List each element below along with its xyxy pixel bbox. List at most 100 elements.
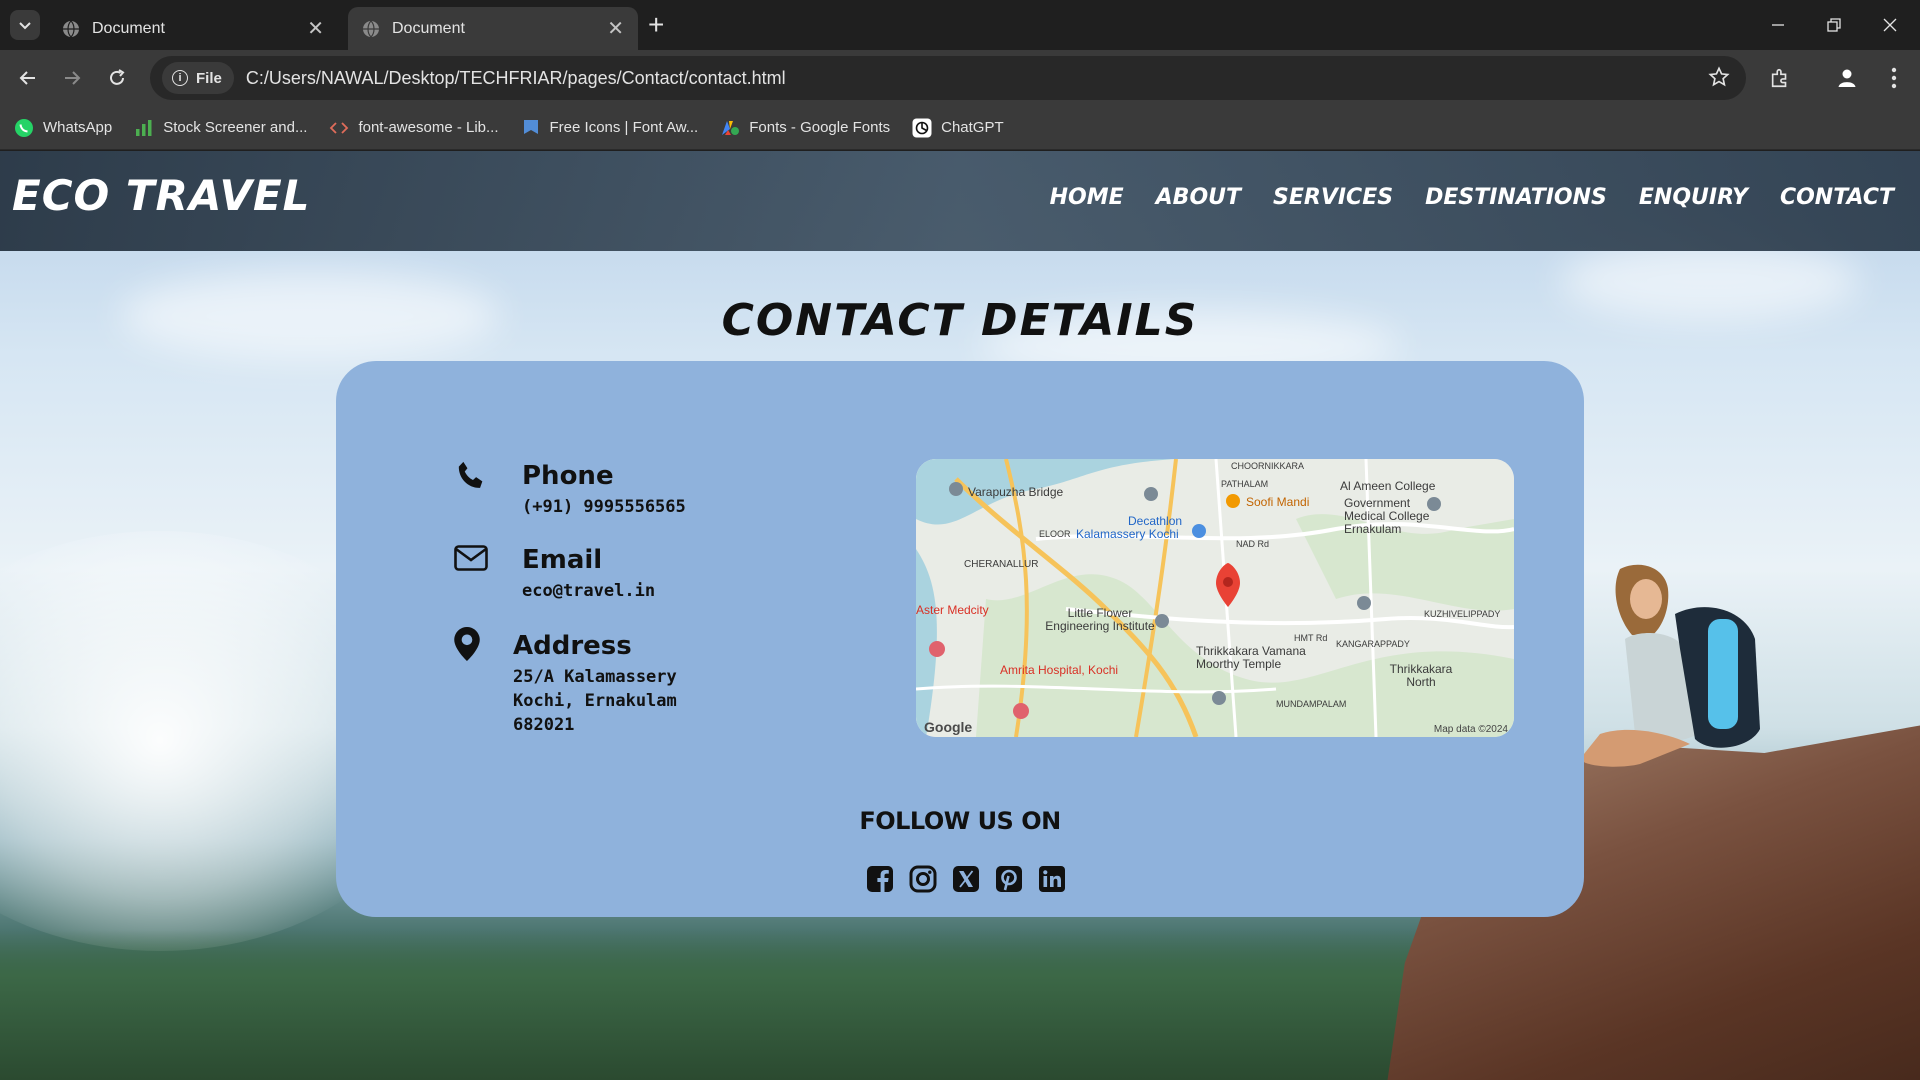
map-label: KANGARAPPADY	[1336, 639, 1410, 649]
map-label: MUNDAMPALAM	[1276, 699, 1347, 709]
site-info-chip[interactable]: i File	[162, 62, 234, 94]
location-pin-icon	[454, 627, 480, 661]
nav-link-home[interactable]: HOME	[1050, 185, 1124, 210]
nav-link-destinations[interactable]: DESTINATIONS	[1425, 185, 1607, 210]
profile-button[interactable]	[1833, 64, 1861, 92]
page-title: CONTACT DETAILS	[721, 295, 1199, 346]
nav-link-contact[interactable]: CONTACT	[1780, 185, 1894, 210]
restore-button[interactable]	[1806, 0, 1862, 50]
map-label: Government Medical College Ernakulam	[1344, 496, 1430, 536]
instagram-icon[interactable]	[909, 865, 937, 893]
map-label: Soofi Mandi	[1246, 495, 1310, 509]
bookmark-stock-screener[interactable]: Stock Screener and...	[134, 118, 307, 138]
bookmark-whatsapp[interactable]: WhatsApp	[14, 118, 112, 138]
site-header: ECO TRAVEL HOME ABOUT SERVICES DESTINATI…	[0, 151, 1920, 251]
bookmark-label: font-awesome - Lib...	[358, 119, 499, 136]
phone-icon	[458, 461, 483, 488]
linkedin-icon[interactable]	[1038, 865, 1066, 893]
map-label: KUZHIVELIPPADY	[1424, 609, 1501, 619]
puzzle-icon	[1771, 68, 1787, 88]
browser-tabstrip: Document ✕ Document ✕ +	[0, 0, 1920, 50]
map-label: Amrita Hospital, Kochi	[1000, 663, 1119, 677]
browser-tab-active[interactable]: Document ✕	[348, 7, 638, 50]
address-label: Address	[513, 631, 632, 661]
code-icon	[330, 121, 349, 134]
bookmark-star-icon[interactable]	[1708, 66, 1730, 88]
bar-chart-icon	[136, 119, 152, 136]
map-label: HMT Rd	[1294, 633, 1328, 643]
map-label: PATHALAM	[1221, 479, 1269, 489]
map-label: Thrikkakara Vamana Moorthy Temple	[1196, 644, 1306, 671]
chatgpt-icon	[912, 118, 932, 137]
close-tab-icon[interactable]: ✕	[607, 16, 624, 41]
phone-label: Phone	[522, 461, 614, 491]
globe-icon	[363, 20, 379, 38]
email-label: Email	[522, 545, 603, 575]
arrow-right-icon	[65, 71, 81, 85]
map-label: Al Ameen College	[1340, 479, 1436, 493]
envelope-icon	[454, 545, 488, 571]
restore-icon	[1827, 18, 1841, 32]
reload-icon	[110, 69, 125, 85]
map-label: NAD Rd	[1236, 539, 1270, 549]
whatsapp-icon	[15, 118, 33, 137]
tab-search-button[interactable]	[10, 10, 40, 40]
extensions-button[interactable]	[1766, 64, 1794, 92]
info-icon: i	[172, 70, 188, 86]
bookmark-free-icons[interactable]: Free Icons | Font Aw...	[521, 118, 699, 138]
scheme-label: File	[196, 69, 222, 87]
chevron-down-icon	[19, 22, 31, 30]
pinterest-icon[interactable]	[995, 865, 1023, 893]
bookmark-label: Stock Screener and...	[163, 119, 308, 136]
close-tab-icon[interactable]: ✕	[307, 16, 324, 41]
map-label: Kalamassery Kochi	[1076, 527, 1179, 541]
new-tab-button[interactable]: +	[648, 10, 664, 40]
bookmark-label: ChatGPT	[941, 119, 1004, 136]
bookmark-chatgpt[interactable]: ChatGPT	[912, 118, 1004, 138]
browser-tab[interactable]: Document ✕	[48, 7, 338, 50]
map-label: ELOOR	[1039, 529, 1071, 539]
bookmark-google-fonts[interactable]: Fonts - Google Fonts	[720, 118, 890, 138]
site-logo[interactable]: ECO TRAVEL	[12, 171, 310, 220]
address-line-1: 25/A Kalamassery	[513, 667, 677, 687]
nav-link-about[interactable]: ABOUT	[1156, 185, 1241, 210]
address-bar[interactable]: i File C:/Users/NAWAL/Desktop/TECHFRIAR/…	[150, 56, 1746, 100]
address-line-3: 682021	[513, 715, 575, 735]
google-logo[interactable]: Google	[924, 719, 972, 735]
map-label: Decathlon	[1128, 514, 1183, 528]
facebook-icon[interactable]	[866, 865, 894, 893]
minimize-icon	[1772, 24, 1784, 26]
flag-icon	[523, 119, 538, 134]
follow-us-heading: FOLLOW US ON	[859, 807, 1061, 835]
url-text[interactable]: C:/Users/NAWAL/Desktop/TECHFRIAR/pages/C…	[246, 68, 786, 89]
more-vertical-icon	[1891, 67, 1897, 89]
reload-button[interactable]	[103, 64, 131, 92]
map-attribution[interactable]: Map data ©2024	[1434, 724, 1508, 735]
bookmark-font-awesome-lib[interactable]: font-awesome - Lib...	[329, 118, 499, 138]
bookmarks-bar: WhatsApp Stock Screener and... font-awes…	[0, 106, 1920, 150]
tab-title: Document	[92, 19, 165, 37]
email-value[interactable]: eco@travel.in	[522, 579, 655, 603]
nav-link-enquiry[interactable]: ENQUIRY	[1639, 185, 1748, 210]
map-label: CHERANALLUR	[964, 559, 1039, 570]
minimize-button[interactable]	[1750, 0, 1806, 50]
tab-title: Document	[392, 19, 465, 37]
map-label: Varapuzha Bridge	[968, 485, 1064, 499]
menu-button[interactable]	[1880, 64, 1908, 92]
map-label: Little Flower Engineering Institute	[1045, 606, 1155, 633]
bookmark-label: Free Icons | Font Aw...	[549, 119, 699, 136]
map-label: CHOORNIKKARA	[1231, 461, 1305, 471]
page-viewport: ECO TRAVEL HOME ABOUT SERVICES DESTINATI…	[0, 151, 1920, 1080]
nav-link-services[interactable]: SERVICES	[1273, 185, 1393, 210]
profile-avatar-icon	[1838, 69, 1856, 87]
google-map-embed[interactable]: Varapuzha Bridge Kalamassery Kochi Decat…	[916, 459, 1514, 737]
google-fonts-icon	[722, 120, 740, 135]
back-button[interactable]	[14, 64, 42, 92]
forward-button[interactable]	[58, 64, 86, 92]
close-window-button[interactable]	[1862, 0, 1918, 50]
x-twitter-icon[interactable]	[952, 865, 980, 893]
phone-value[interactable]: (+91) 9995556565	[522, 495, 686, 519]
arrow-left-icon	[19, 71, 35, 85]
map-label: Thrikkakara North	[1389, 662, 1453, 689]
address-line-2: Kochi, Ernakulam	[513, 691, 677, 711]
